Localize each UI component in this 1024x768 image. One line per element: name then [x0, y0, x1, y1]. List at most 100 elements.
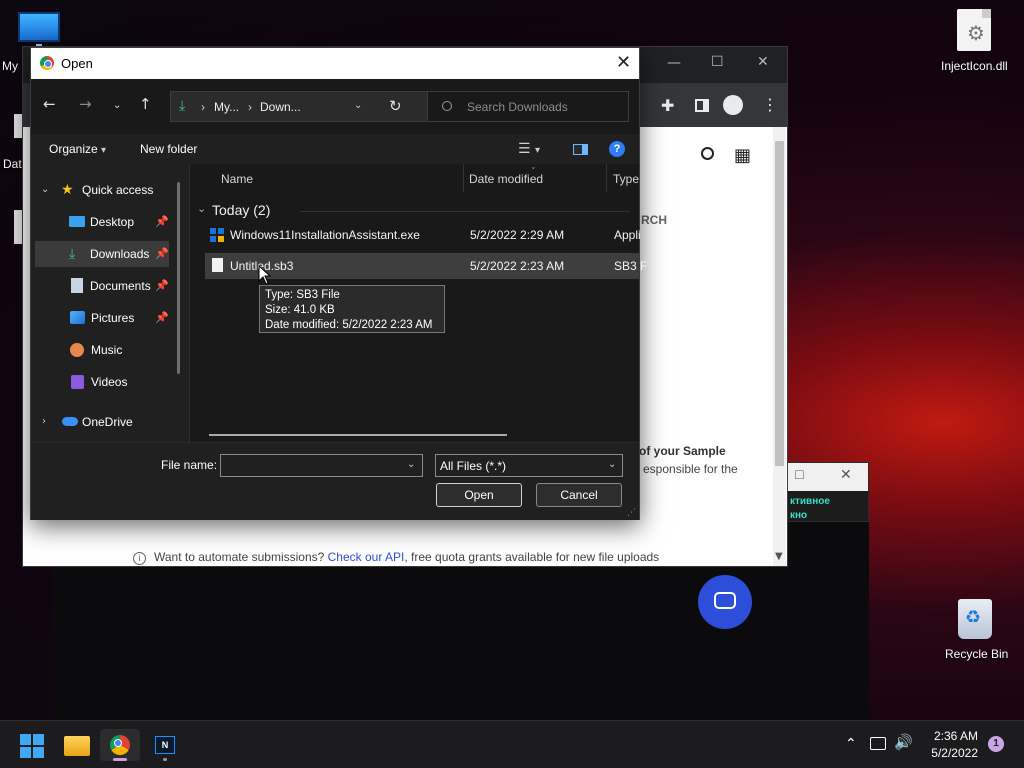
nav-item-desktop[interactable]: Desktop 📌: [31, 209, 181, 235]
pin-icon[interactable]: 📌: [155, 279, 169, 292]
browser-scrollbar-thumb[interactable]: [775, 141, 784, 466]
recent-chevron-icon[interactable]: ⌄: [113, 100, 121, 111]
partial-heading: RCH: [641, 213, 667, 227]
pin-icon[interactable]: 📌: [155, 247, 169, 260]
preview-pane-icon[interactable]: [573, 144, 588, 155]
nav-item-pictures[interactable]: Pictures 📌: [31, 305, 181, 331]
navigation-scrollbar[interactable]: [177, 182, 180, 374]
nav-item-downloads[interactable]: ⤓ Downloads 📌: [35, 241, 169, 267]
chat-button[interactable]: [698, 575, 752, 629]
pin-icon[interactable]: 📌: [155, 215, 169, 228]
up-arrow-icon[interactable]: ↑: [139, 95, 152, 113]
file-type-select[interactable]: All Files (*.*) ⌄: [435, 454, 623, 477]
pictures-icon: [70, 311, 85, 324]
partial-sample-text: of your Sample: [639, 444, 726, 458]
profile-icon[interactable]: [723, 95, 743, 115]
tooltip-date: Date modified: 5/2/2022 2:23 AM: [265, 319, 433, 331]
music-icon: [70, 343, 84, 357]
view-options-icon[interactable]: ☰ ▾: [518, 141, 540, 157]
extensions-icon[interactable]: ✚: [661, 96, 674, 115]
file-date: 5/2/2022 2:29 AM: [470, 228, 565, 242]
nav-item-quick-access[interactable]: ⌄ ★ Quick access: [31, 177, 181, 203]
windows-logo-icon: [20, 734, 44, 758]
close-icon[interactable]: ✕: [840, 467, 852, 483]
chat-bubble-icon: [714, 592, 736, 609]
resize-grip-icon[interactable]: ⋰: [627, 507, 636, 518]
column-name[interactable]: Name: [221, 172, 253, 186]
app-icon: N: [155, 736, 175, 754]
address-bar[interactable]: ⤓ › My... › Down... ⌄ ↻: [170, 91, 442, 122]
column-divider[interactable]: [463, 164, 464, 192]
apps-grid-icon[interactable]: ▦: [734, 145, 751, 166]
new-folder-button[interactable]: New folder: [140, 142, 197, 156]
desktop-icon-injecticon[interactable]: ⚙ InjectIcon.dll: [936, 6, 1016, 76]
dialog-navbar: ← → ⌄ ↑ ⤓ › My... › Down... ⌄ ↻ Search D…: [31, 79, 639, 134]
file-explorer-button[interactable]: [56, 729, 96, 761]
organize-button[interactable]: Organize ▾: [49, 142, 106, 156]
monitor-icon: [18, 12, 60, 42]
nav-item-music[interactable]: Music: [31, 337, 181, 363]
address-segment-downloads[interactable]: Down...: [260, 100, 301, 114]
recycle-bin-icon: ♻: [958, 599, 992, 639]
api-link[interactable]: Check our API: [328, 550, 405, 564]
nav-item-documents[interactable]: Documents 📌: [31, 273, 181, 299]
address-segment-my[interactable]: My...: [214, 100, 239, 114]
notification-badge[interactable]: 1: [988, 736, 1004, 752]
desktop-icon-label: InjectIcon.dll: [941, 59, 1008, 73]
help-icon[interactable]: ?: [609, 141, 625, 157]
mini-window[interactable]: ☐ ✕ ктивное кно: [787, 462, 869, 522]
file-icon: [212, 258, 223, 272]
search-icon[interactable]: [701, 147, 714, 160]
column-headers: Name Date modified Type ⌄: [190, 162, 639, 192]
desktop-icon-recycle-bin[interactable]: ♻ Recycle Bin: [940, 595, 1012, 661]
partial-responsible-text: esponsible for the: [643, 462, 738, 476]
file-name: Windows11InstallationAssistant.exe: [230, 228, 420, 242]
maximize-icon[interactable]: ☐: [711, 54, 724, 70]
chevron-down-icon[interactable]: ⌄: [608, 459, 616, 470]
open-button[interactable]: Open: [436, 483, 522, 507]
side-panel-icon[interactable]: [695, 99, 709, 112]
desktop-icon-label: Recycle Bin: [945, 647, 1009, 661]
close-icon[interactable]: ✕: [757, 54, 769, 70]
address-dropdown-icon[interactable]: ⌄: [354, 100, 362, 111]
file-name-input[interactable]: ⌄: [220, 454, 423, 477]
app-button[interactable]: N: [145, 729, 185, 761]
scroll-down-icon[interactable]: ▼: [775, 551, 783, 562]
start-button[interactable]: [12, 729, 52, 761]
column-type[interactable]: Type: [613, 172, 639, 186]
folder-icon: [64, 736, 90, 756]
menu-kebab-icon[interactable]: ⋮: [762, 95, 778, 114]
search-box[interactable]: Search Downloads: [427, 91, 629, 122]
volume-icon[interactable]: 🔊: [894, 733, 913, 751]
nav-item-videos[interactable]: Videos: [31, 369, 181, 395]
chevron-down-icon[interactable]: ⌄: [407, 459, 415, 470]
file-type: Appli: [614, 228, 641, 242]
horizontal-scrollbar[interactable]: [209, 434, 507, 436]
file-row[interactable]: Windows11InstallationAssistant.exe 5/2/2…: [205, 222, 641, 248]
desktop-folder-icon: [69, 216, 85, 227]
group-header-today[interactable]: Today (2): [212, 202, 270, 218]
nav-item-onedrive[interactable]: › OneDrive: [31, 409, 181, 435]
tooltip-size: Size: 41.0 KB: [265, 304, 335, 316]
show-hidden-icons[interactable]: ⌃: [845, 736, 857, 752]
forward-arrow-icon[interactable]: →: [79, 95, 92, 113]
minimize-icon[interactable]: —: [667, 55, 681, 71]
browser-scrollbar[interactable]: ▼: [773, 127, 786, 566]
pin-icon[interactable]: 📌: [155, 311, 169, 324]
maximize-icon[interactable]: ☐: [794, 468, 805, 482]
column-divider[interactable]: [606, 164, 607, 192]
cancel-button[interactable]: Cancel: [536, 483, 622, 507]
back-arrow-icon[interactable]: ←: [43, 95, 56, 113]
background-window: [53, 560, 869, 720]
clock-time[interactable]: 2:36 AM: [922, 729, 978, 743]
group-divider: [300, 211, 630, 212]
refresh-icon[interactable]: ↻: [389, 97, 402, 115]
group-collapse-icon[interactable]: ⌄: [197, 202, 206, 215]
network-icon[interactable]: [870, 737, 886, 750]
chrome-button[interactable]: [100, 729, 140, 761]
column-date-modified[interactable]: Date modified: [469, 172, 543, 186]
expand-chevron-icon[interactable]: ›: [42, 416, 46, 427]
expand-chevron-icon[interactable]: ⌄: [41, 184, 49, 195]
close-icon[interactable]: ✕: [616, 52, 631, 73]
clock-date[interactable]: 5/2/2022: [922, 746, 978, 760]
